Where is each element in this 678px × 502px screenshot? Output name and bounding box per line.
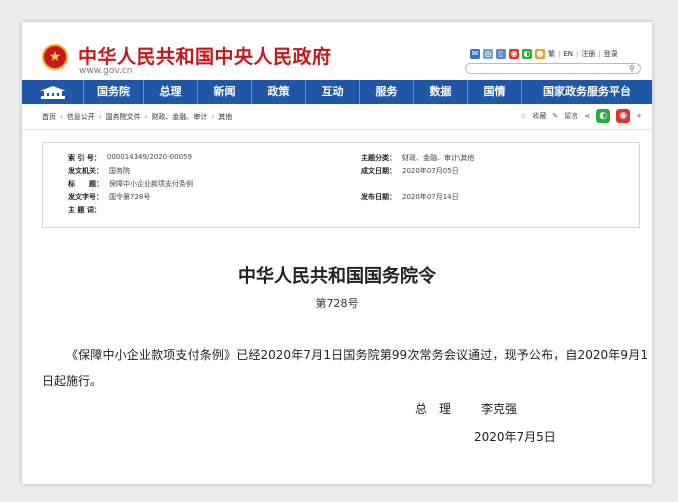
info-published-date: 发布日期： 2020年07月14日: [361, 193, 459, 201]
plus-icon[interactable]: +: [636, 112, 642, 120]
info-doc-number: 发文字号： 国令第728号: [68, 193, 151, 201]
pencil-icon[interactable]: ✎: [552, 112, 558, 120]
register-link[interactable]: 注册: [581, 49, 595, 59]
page-frame: 中华人民共和国中央人民政府 www.gov.cn ✉ ◎ ▯ ◉ ◐ ● 繁 |…: [22, 22, 652, 484]
note-button[interactable]: 留言: [564, 111, 578, 121]
document-body: 《保障中小企业款项支付条例》已经2020年7月1日国务院第99次常务会议通过，现…: [42, 348, 648, 388]
nav-national-info[interactable]: 国情: [468, 80, 522, 104]
app-icon[interactable]: ◎: [483, 49, 493, 59]
document-number: 第728号: [315, 297, 359, 310]
share-icon[interactable]: ⋖: [584, 112, 590, 120]
breadcrumb: 首页 › 信息公开 › 国务院文件 › 财政、金融、审计 › 其他: [42, 112, 232, 122]
nav-news[interactable]: 新闻: [198, 80, 252, 104]
nav-home[interactable]: [22, 80, 84, 104]
weibo-icon[interactable]: ◉: [509, 49, 519, 59]
page-tools: ☆ 收藏 ✎ 留言 ⋖ ◐ ◉ +: [520, 109, 642, 123]
signer-role: 总 理: [415, 402, 452, 416]
info-issuer: 发文机关： 国务院: [68, 167, 130, 175]
document-signature: 总 理 李克强: [415, 400, 517, 417]
mobile-icon[interactable]: ▯: [496, 49, 506, 59]
info-keywords: 主 题 词：: [68, 206, 101, 214]
star-icon[interactable]: ☆: [520, 112, 526, 120]
info-written-date: 成文日期： 2020年07月05日: [361, 167, 459, 175]
nav-gov-service-platform[interactable]: 国家政务服务平台: [522, 80, 652, 104]
login-link[interactable]: 登录: [604, 49, 618, 59]
nav-data[interactable]: 数据: [414, 80, 468, 104]
document-date: 2020年7月5日: [474, 430, 556, 444]
info-index: 索 引 号： 000014349/2020-00059: [68, 153, 192, 162]
chevron-right-icon: ›: [60, 113, 63, 121]
breadcrumb-bar: 首页 › 信息公开 › 国务院文件 › 财政、金融、审计 › 其他 ☆ 收藏 ✎…: [22, 104, 652, 130]
nav-premier[interactable]: 总理: [144, 80, 198, 104]
site-title[interactable]: 中华人民共和国中央人民政府: [78, 42, 332, 69]
site-url: www.gov.cn: [79, 66, 133, 76]
crumb-council-docs[interactable]: 国务院文件: [106, 112, 141, 122]
user-icon[interactable]: ●: [535, 49, 545, 59]
top-links: ✉ ◎ ▯ ◉ ◐ ● 繁 | EN | 注册 | 登录: [470, 49, 618, 59]
favorite-button[interactable]: 收藏: [532, 111, 546, 121]
info-title: 标 题： 保障中小企业款项支付条例: [68, 180, 193, 188]
mail-icon[interactable]: ✉: [470, 49, 480, 59]
traditional-link[interactable]: 繁: [548, 49, 555, 59]
national-emblem-icon[interactable]: [42, 44, 68, 70]
nav-interaction[interactable]: 互动: [306, 80, 360, 104]
nav-service[interactable]: 服务: [360, 80, 414, 104]
crumb-info-public[interactable]: 信息公开: [67, 112, 95, 122]
nav-policy[interactable]: 政策: [252, 80, 306, 104]
wechat-icon[interactable]: ◐: [522, 49, 532, 59]
document-title: 中华人民共和国国务院令: [238, 266, 436, 287]
main-nav: 国务院 总理 新闻 政策 互动 服务 数据 国情 国家政务服务平台: [22, 80, 652, 104]
search-input[interactable]: ⚲: [465, 63, 641, 74]
crumb-finance[interactable]: 财政、金融、审计: [151, 112, 207, 122]
weibo-share-icon[interactable]: ◉: [616, 109, 631, 123]
document-info-box: 索 引 号： 000014349/2020-00059 主题分类： 财政、金融、…: [42, 142, 640, 228]
english-link[interactable]: EN: [563, 50, 573, 58]
crumb-other[interactable]: 其他: [218, 112, 232, 122]
signer-name: 李克强: [481, 402, 518, 416]
wechat-share-icon[interactable]: ◐: [596, 109, 611, 123]
tiananmen-icon: [40, 86, 66, 99]
chevron-right-icon: ›: [98, 113, 102, 121]
chevron-right-icon: ›: [144, 113, 148, 121]
search-icon[interactable]: ⚲: [629, 64, 635, 74]
chevron-right-icon: ›: [211, 113, 215, 121]
site-header: 中华人民共和国中央人民政府 www.gov.cn ✉ ◎ ▯ ◉ ◐ ● 繁 |…: [22, 22, 652, 80]
info-category: 主题分类： 财政、金融、审计\其他: [361, 154, 475, 162]
crumb-home[interactable]: 首页: [42, 112, 56, 122]
nav-state-council[interactable]: 国务院: [84, 80, 144, 104]
